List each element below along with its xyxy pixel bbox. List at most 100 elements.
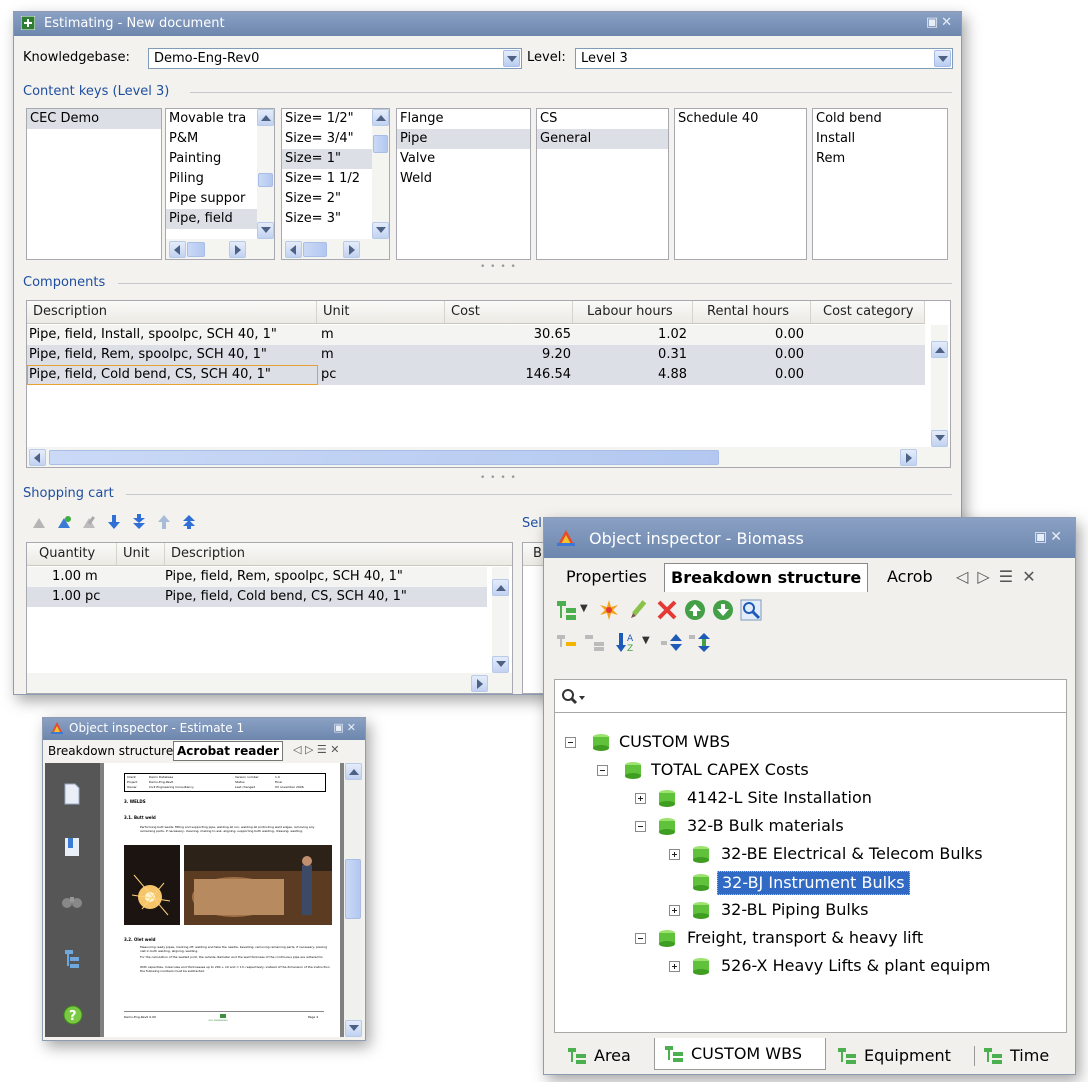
level-down-icon[interactable] — [688, 633, 710, 653]
key-list-0[interactable]: CEC Demo — [26, 108, 162, 260]
column-header-quantity[interactable]: Quantity — [27, 543, 117, 565]
column-header-unit[interactable]: Unit — [317, 301, 445, 323]
list-item[interactable]: Size= 1" — [282, 149, 372, 169]
scroll-up-icon[interactable] — [345, 763, 362, 780]
scroll-left-icon[interactable] — [169, 241, 186, 258]
table-row[interactable]: Pipe, field, Install, spoolpc, SCH 40, 1… — [27, 325, 925, 345]
tree-node-heavy-lifts[interactable]: 526-X Heavy Lifts & plant equipm — [669, 955, 1059, 977]
inspector-estimate-title-bar[interactable]: Object inspector - Estimate 1 ▣✕ — [43, 718, 365, 740]
scroll-up-icon[interactable] — [492, 579, 509, 596]
collapse-icon[interactable] — [597, 765, 608, 776]
scroll-down-icon[interactable] — [931, 430, 948, 447]
scroll-down-icon[interactable] — [257, 222, 274, 239]
scroll-left-icon[interactable] — [285, 241, 302, 258]
tab-nav-icon[interactable]: ◁ ▷ ☰ ✕ — [956, 567, 1038, 586]
collapse-icon[interactable] — [635, 821, 646, 832]
pdf-viewer[interactable]: Client Demo Database Version number 1.0 … — [100, 763, 344, 1037]
tree-node-site-installation[interactable]: 4142-L Site Installation — [635, 787, 935, 809]
scroll-thumb[interactable] — [373, 135, 388, 153]
add-item-icon[interactable] — [56, 514, 72, 530]
move-down-icon[interactable] — [712, 599, 734, 621]
expand-icon[interactable] — [635, 793, 646, 804]
document-icon[interactable] — [63, 783, 81, 805]
scroll-thumb[interactable] — [258, 173, 273, 187]
tree-node-freight[interactable]: Freight, transport & heavy lift — [635, 927, 975, 949]
list-item[interactable]: Size= 2" — [282, 189, 372, 209]
column-header-cost-category[interactable]: Cost category — [811, 301, 925, 323]
estimating-title-bar[interactable]: Estimating - New document ▣✕ — [14, 12, 961, 36]
column-header-labour-hours[interactable]: Labour hours — [573, 301, 693, 323]
expand-icon[interactable] — [669, 849, 680, 860]
tab-breakdown-structure[interactable]: Breakdown structure — [664, 563, 869, 592]
scroll-down-icon[interactable] — [372, 222, 389, 239]
scroll-thumb[interactable] — [303, 242, 327, 257]
column-header-description[interactable]: Description — [165, 543, 512, 565]
tree-icon[interactable] — [63, 949, 81, 969]
breakdown-tree[interactable]: CUSTOM WBS TOTAL CAPEX Costs 4142-L Site… — [554, 713, 1067, 1033]
list-item[interactable]: Flange — [397, 109, 530, 129]
horizontal-scrollbar[interactable] — [27, 447, 950, 467]
key-list-1[interactable]: Movable tra P&M Painting Piling Pipe sup… — [165, 108, 275, 260]
move-up-disabled-icon[interactable] — [156, 514, 172, 530]
scroll-up-icon[interactable] — [372, 109, 389, 126]
list-item[interactable]: Pipe, field — [166, 209, 257, 229]
scroll-up-icon[interactable] — [931, 341, 948, 358]
window-controls-icon[interactable]: ▣✕ — [926, 15, 955, 30]
column-header-rental-hours[interactable]: Rental hours — [693, 301, 811, 323]
add-disabled-icon[interactable] — [31, 514, 47, 530]
scroll-up-icon[interactable] — [257, 109, 274, 126]
tree-node-piping-bulks[interactable]: 32-BL Piping Bulks — [669, 899, 969, 921]
edit-disabled-icon[interactable] — [81, 514, 97, 530]
list-item[interactable]: Pipe suppor — [166, 189, 257, 209]
bookmarks-icon[interactable] — [63, 836, 81, 858]
dropdown-arrow-icon[interactable]: ▼ — [580, 603, 588, 614]
tree-node-electrical-bulks[interactable]: 32-BE Electrical & Telecom Bulks — [669, 843, 1049, 865]
scroll-thumb[interactable] — [345, 859, 361, 919]
key-list-5[interactable]: Schedule 40 — [674, 108, 807, 260]
pdf-vertical-scrollbar[interactable] — [344, 763, 362, 1037]
expand-icon[interactable] — [669, 905, 680, 916]
vertical-scrollbar[interactable] — [492, 567, 509, 673]
tree-node-custom-wbs[interactable]: CUSTOM WBS — [565, 731, 805, 753]
delete-icon[interactable] — [656, 599, 678, 621]
components-table[interactable]: Description Unit Cost Labour hours Renta… — [26, 300, 951, 468]
tree-node-bulk-materials[interactable]: 32-B Bulk materials — [635, 815, 935, 837]
cart-table[interactable]: Quantity Unit Description 1.00 m Pipe, f… — [26, 542, 513, 694]
burst-icon[interactable] — [598, 599, 620, 621]
tree-filter-input[interactable] — [554, 679, 1067, 713]
scroll-left-icon[interactable] — [29, 449, 46, 466]
tab-properties[interactable]: Properties — [566, 565, 647, 589]
window-controls-icon[interactable]: ▣✕ — [1034, 529, 1065, 545]
column-header-description[interactable]: Description — [27, 301, 317, 323]
vertical-scrollbar[interactable] — [931, 325, 948, 447]
binoculars-icon[interactable] — [61, 893, 83, 909]
list-item[interactable]: P&M — [166, 129, 257, 149]
vertical-scrollbar[interactable] — [257, 109, 274, 239]
scroll-thumb[interactable] — [49, 450, 719, 465]
collapse-icon[interactable] — [565, 737, 576, 748]
list-item[interactable]: Install — [813, 129, 947, 149]
scroll-down-icon[interactable] — [345, 1020, 362, 1037]
tab-nav-icon[interactable]: ◁ ▷ ☰ ✕ — [293, 743, 340, 756]
bottom-tab-equipment[interactable]: Equipment — [838, 1043, 968, 1069]
tree-node-total-capex[interactable]: TOTAL CAPEX Costs — [597, 759, 877, 781]
list-item[interactable]: Piling — [166, 169, 257, 189]
splitter-grip[interactable]: • • • • — [480, 262, 517, 272]
horizontal-scrollbar[interactable] — [27, 673, 512, 693]
search-icon[interactable] — [561, 688, 587, 706]
help-icon[interactable]: ? — [63, 1005, 83, 1025]
tab-breakdown-structure[interactable]: Breakdown structure — [48, 741, 173, 761]
list-item[interactable]: CS — [537, 109, 668, 129]
key-list-3[interactable]: Flange Pipe Valve Weld — [396, 108, 531, 260]
splitter-grip[interactable]: • • • • — [480, 473, 517, 483]
list-item[interactable]: Size= 3" — [282, 209, 372, 229]
table-row[interactable]: Pipe, field, Rem, spoolpc, SCH 40, 1" m … — [27, 345, 925, 365]
scroll-right-icon[interactable] — [229, 241, 246, 258]
tab-acrob[interactable]: Acrob — [887, 565, 933, 589]
table-row[interactable]: 1.00 m Pipe, field, Rem, spoolpc, SCH 40… — [27, 567, 487, 587]
level-select[interactable]: Level 3 — [575, 48, 953, 69]
list-item[interactable]: General — [537, 129, 668, 149]
list-item[interactable]: Painting — [166, 149, 257, 169]
dropdown-arrow-icon[interactable]: ▼ — [642, 635, 650, 646]
move-top-icon[interactable] — [181, 514, 197, 530]
